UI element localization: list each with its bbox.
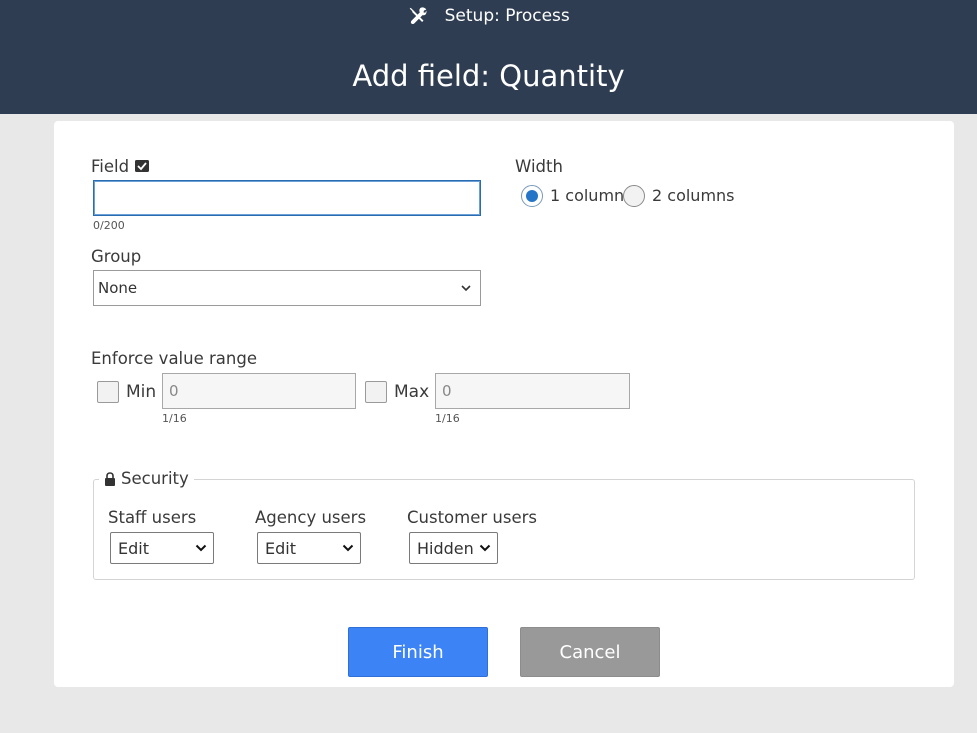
max-label: Max [394, 382, 430, 402]
max-char-counter: 1/16 [435, 412, 460, 425]
field-label-row: Field [91, 156, 150, 178]
min-checkbox[interactable] [97, 381, 119, 403]
width-2-columns-label[interactable]: 2 columns [652, 185, 735, 207]
staff-users-label: Staff users [108, 508, 197, 527]
staff-users-select[interactable]: Edit [110, 532, 214, 564]
security-fieldset [93, 479, 915, 580]
staff-users-value: Edit [118, 538, 149, 558]
group-selected-value: None [98, 279, 138, 297]
security-legend: Security [99, 467, 194, 491]
width-2-columns-radio[interactable] [623, 185, 645, 207]
field-label: Field [91, 157, 130, 176]
max-checkbox[interactable] [365, 381, 387, 403]
form-card: Field 0/200 Width 1 column 2 columns Gro… [54, 121, 954, 687]
agency-users-value: Edit [265, 538, 296, 558]
field-name-input[interactable] [93, 180, 481, 216]
group-select[interactable]: None [93, 270, 481, 306]
chevron-down-icon [461, 285, 471, 292]
page-title: Add field: Quantity [352, 59, 625, 93]
max-value-input[interactable] [435, 373, 630, 409]
width-1-column-label[interactable]: 1 column [550, 185, 624, 207]
chevron-down-icon [195, 544, 207, 552]
width-1-column-radio[interactable] [521, 185, 543, 207]
agency-users-select[interactable]: Edit [257, 532, 361, 564]
agency-users-label: Agency users [255, 508, 367, 527]
security-legend-text: Security [121, 469, 189, 488]
customer-users-label: Customer users [407, 508, 537, 527]
page-header: Setup: Process Add field: Quantity [0, 0, 977, 114]
group-label: Group [91, 247, 142, 266]
field-char-counter: 0/200 [93, 219, 125, 232]
breadcrumb[interactable]: Setup: Process [445, 6, 570, 26]
chevron-down-icon [479, 544, 491, 552]
header-breadcrumb-row: Setup: Process [0, 4, 977, 28]
min-char-counter: 1/16 [162, 412, 187, 425]
cancel-button[interactable]: Cancel [520, 627, 660, 677]
lock-icon [105, 472, 115, 486]
finish-button[interactable]: Finish [348, 627, 488, 677]
enforce-range-label: Enforce value range [91, 349, 257, 368]
chevron-down-icon [342, 544, 354, 552]
customer-users-select[interactable]: Hidden [409, 532, 498, 564]
min-label: Min [126, 382, 157, 402]
width-label: Width [515, 157, 563, 176]
tools-icon [409, 7, 427, 25]
checkbox-checked-icon [135, 159, 150, 172]
customer-users-value: Hidden [417, 538, 474, 558]
min-value-input[interactable] [162, 373, 356, 409]
